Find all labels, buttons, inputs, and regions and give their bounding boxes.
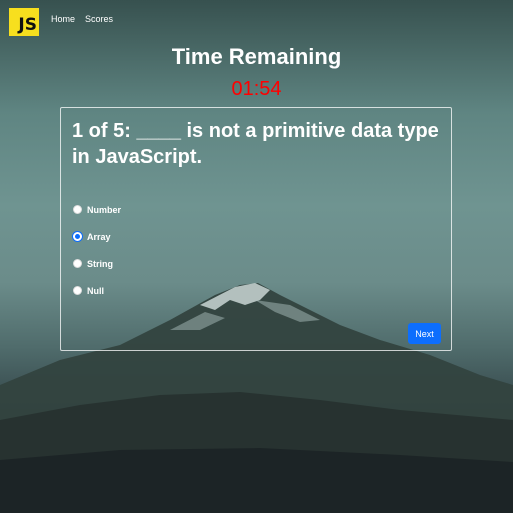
answer-option-null[interactable]: Null [73, 277, 121, 304]
js-logo[interactable]: JS [9, 8, 39, 36]
answer-option-number[interactable]: Number [73, 196, 121, 223]
answer-option-string[interactable]: String [73, 250, 121, 277]
quiz-card: 1 of 5: ____ is not a primitive data typ… [60, 107, 452, 351]
nav-link-scores[interactable]: Scores [85, 14, 113, 24]
timer-title: Time Remaining [171, 44, 342, 69]
answer-list: Number Array String Null [73, 196, 121, 304]
timer-value: 01:54 [231, 78, 282, 100]
radio-button[interactable] [73, 286, 82, 295]
radio-button[interactable] [73, 259, 82, 268]
nav-link-home[interactable]: Home [51, 14, 75, 24]
radio-button[interactable] [73, 205, 82, 214]
answer-label: String [87, 258, 113, 269]
radio-button-selected[interactable] [73, 232, 82, 241]
question-text: 1 of 5: ____ is not a primitive data typ… [72, 120, 439, 168]
next-button[interactable]: Next [408, 323, 441, 344]
navbar: JS Home Scores [0, 0, 513, 44]
answer-label: Null [87, 285, 104, 296]
answer-label: Number [87, 204, 122, 215]
answer-option-array[interactable]: Array [73, 223, 121, 250]
answer-label: Array [87, 231, 111, 242]
